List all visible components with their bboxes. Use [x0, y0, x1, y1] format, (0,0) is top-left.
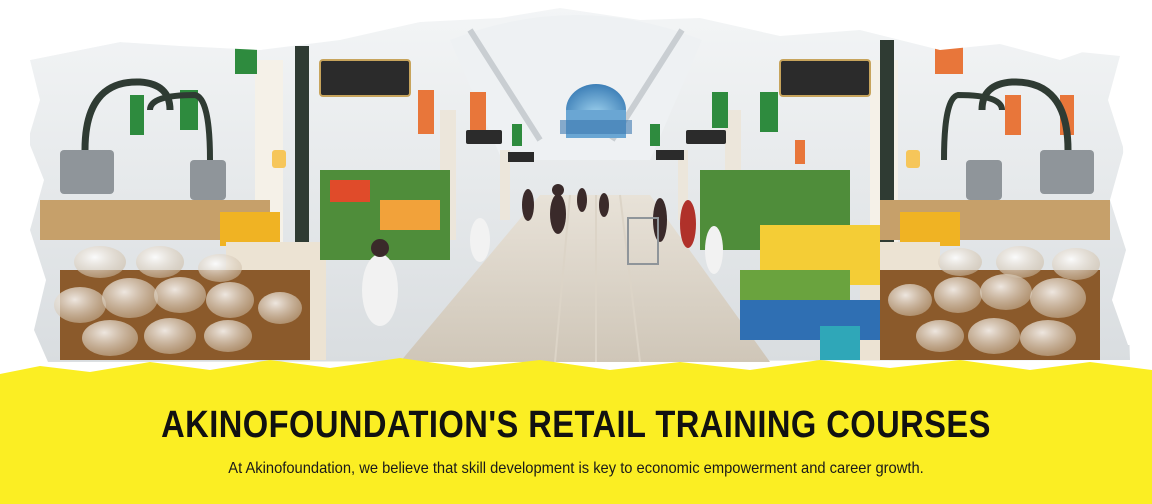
- page-subtitle: At Akinofoundation, we believe that skil…: [228, 460, 924, 477]
- market-hall-photo: [0, 0, 1152, 380]
- market-hall-illustration: [0, 0, 1152, 380]
- page-title: AKINOFOUNDATION'S RETAIL TRAINING COURSE…: [161, 404, 991, 446]
- hero-banner: AKINOFOUNDATION'S RETAIL TRAINING COURSE…: [0, 0, 1152, 504]
